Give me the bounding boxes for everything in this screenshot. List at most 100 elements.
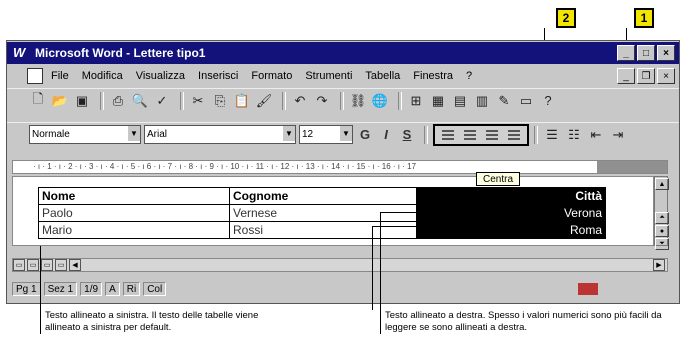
menu-modifica[interactable]: Modifica xyxy=(82,70,123,82)
status-col: Col xyxy=(143,282,167,296)
table-header-cell[interactable]: Città xyxy=(416,187,606,205)
table-cell[interactable]: Roma xyxy=(416,221,606,239)
minimize-button[interactable]: _ xyxy=(617,45,635,61)
menu-file[interactable]: File xyxy=(51,70,69,82)
outline-view-icon[interactable]: ▭ xyxy=(55,259,67,271)
chevron-down-icon[interactable]: ▼ xyxy=(128,126,140,141)
callout-2: 2 xyxy=(556,8,576,28)
window-title: Microsoft Word - Lettere tipo1 xyxy=(35,46,206,60)
style-value: Normale xyxy=(32,129,70,140)
menu-formato[interactable]: Formato xyxy=(251,70,292,82)
insert-excel-icon[interactable]: ▤ xyxy=(451,92,469,110)
size-value: 12 xyxy=(302,129,314,140)
scroll-up-icon[interactable]: ▲ xyxy=(655,178,669,190)
style-select[interactable]: Normale ▼ xyxy=(29,125,141,144)
align-left-icon[interactable] xyxy=(439,127,457,143)
status-at: A xyxy=(105,282,120,296)
doc-close-button[interactable]: × xyxy=(657,68,675,84)
horizontal-scrollbar[interactable]: ▭ ▭ ▭ ▭ ◀ ▶ xyxy=(12,258,668,272)
office-assistant-icon[interactable]: ? xyxy=(539,92,557,110)
select-browse-object-icon[interactable]: ● xyxy=(655,225,669,237)
maximize-button[interactable]: □ xyxy=(637,45,655,61)
doc-restore-button[interactable]: ❐ xyxy=(637,68,655,84)
document-map-icon[interactable]: ▭ xyxy=(517,92,535,110)
hyperlink-icon[interactable]: ⛓ xyxy=(349,92,367,110)
font-select[interactable]: Arial ▼ xyxy=(144,125,296,144)
table-cell[interactable]: Paolo xyxy=(38,204,230,222)
new-document-icon[interactable]: 🗋 xyxy=(29,91,47,110)
title-bar[interactable]: W Microsoft Word - Lettere tipo1 _ □ × xyxy=(7,42,679,64)
spelling-icon[interactable]: ✓ xyxy=(153,92,171,110)
drawing-icon[interactable]: ✎ xyxy=(495,92,513,110)
menu-strumenti[interactable]: Strumenti xyxy=(305,70,352,82)
caption-left-leader xyxy=(40,246,41,310)
columns-icon[interactable]: ▥ xyxy=(473,92,491,110)
decrease-indent-icon[interactable]: ⇤ xyxy=(587,126,605,144)
table-cell[interactable]: Vernese xyxy=(229,204,417,222)
ruler-margin xyxy=(597,161,667,173)
open-icon[interactable]: 📂 xyxy=(51,92,69,110)
format-painter-icon[interactable]: 🖌 xyxy=(255,92,273,110)
menu-tabella[interactable]: Tabella xyxy=(365,70,400,82)
standard-toolbar: 🗋 📂 ▣ ⎙ 🔍 ✓ ✂ ⎘ 📋 🖌 ↶ ↷ ⛓ 🌐 ⊞ ▦ ▤ ▥ ✎ ▭ … xyxy=(7,88,679,112)
print-icon[interactable]: ⎙ xyxy=(109,92,127,110)
save-icon[interactable]: ▣ xyxy=(73,92,91,110)
web-toolbar-icon[interactable]: 🌐 xyxy=(371,92,389,110)
numbering-icon[interactable]: ☰ xyxy=(543,126,561,144)
chevron-down-icon[interactable]: ▼ xyxy=(340,126,352,141)
underline-button[interactable]: S xyxy=(398,126,416,144)
status-line: Ri xyxy=(122,282,141,296)
justify-icon[interactable] xyxy=(505,127,523,143)
table-header-cell[interactable]: Cognome xyxy=(229,187,417,205)
separator xyxy=(424,125,428,144)
align-center-icon[interactable] xyxy=(461,127,479,143)
size-select[interactable]: 12 ▼ xyxy=(299,125,353,144)
menu-visualizza[interactable]: Visualizza xyxy=(136,70,185,82)
doc-minimize-button[interactable]: _ xyxy=(617,68,635,84)
table-header-row: Nome Cognome Città xyxy=(38,187,606,205)
web-layout-icon[interactable]: ▭ xyxy=(27,259,39,271)
document-icon[interactable] xyxy=(27,68,43,84)
formatting-toolbar: Normale ▼ Arial ▼ 12 ▼ G I S ☰ ☷ ⇤ ⇥ xyxy=(7,122,679,146)
cut-icon[interactable]: ✂ xyxy=(189,92,207,110)
insert-table-icon[interactable]: ▦ xyxy=(429,92,447,110)
normal-view-icon[interactable]: ▭ xyxy=(13,259,25,271)
horizontal-ruler[interactable]: · ı · 1 · ı · 2 · ı · 3 · ı · 4 · ı · 5 … xyxy=(12,160,668,174)
vertical-scrollbar[interactable]: ▲ ⏶ ● ⏷ xyxy=(654,176,669,250)
previous-page-icon[interactable]: ⏶ xyxy=(655,212,669,224)
print-layout-icon[interactable]: ▭ xyxy=(41,259,53,271)
menu-finestra[interactable]: Finestra xyxy=(413,70,453,82)
table-cell[interactable]: Rossi xyxy=(229,221,417,239)
next-page-icon[interactable]: ⏷ xyxy=(655,238,669,250)
redo-icon[interactable]: ↷ xyxy=(313,92,331,110)
word-app-icon[interactable]: W xyxy=(13,45,31,61)
status-section: Sez 1 xyxy=(43,282,78,296)
italic-button[interactable]: I xyxy=(377,126,395,144)
status-bar: Pg 1 Sez 1 1/9 A Ri Col xyxy=(12,280,668,298)
table-cell[interactable]: Verona xyxy=(416,204,606,222)
align-right-icon[interactable] xyxy=(483,127,501,143)
table-cell[interactable]: Mario xyxy=(38,221,230,239)
status-page: Pg 1 xyxy=(12,282,41,296)
increase-indent-icon[interactable]: ⇥ xyxy=(609,126,627,144)
bullets-icon[interactable]: ☷ xyxy=(565,126,583,144)
paste-icon[interactable]: 📋 xyxy=(233,92,251,110)
bold-button[interactable]: G xyxy=(356,126,374,144)
print-preview-icon[interactable]: 🔍 xyxy=(131,92,149,110)
close-button[interactable]: × xyxy=(657,45,675,61)
spelling-status-icon[interactable] xyxy=(578,283,598,295)
undo-icon[interactable]: ↶ xyxy=(291,92,309,110)
caption-left: Testo allineato a sinistra. Il testo del… xyxy=(40,310,290,334)
separator xyxy=(180,91,184,110)
tables-borders-icon[interactable]: ⊞ xyxy=(407,92,425,110)
chevron-down-icon[interactable]: ▼ xyxy=(283,126,295,141)
caption-right-leader-2 xyxy=(372,226,373,310)
scroll-left-icon[interactable]: ◀ xyxy=(69,259,81,271)
tooltip: Centra xyxy=(476,172,520,186)
copy-icon[interactable]: ⎘ xyxy=(211,92,229,110)
scroll-right-icon[interactable]: ▶ xyxy=(653,259,665,271)
caption-right: Testo allineato a destra. Spesso i valor… xyxy=(380,310,680,334)
menu-inserisci[interactable]: Inserisci xyxy=(198,70,238,82)
menu-help[interactable]: ? xyxy=(466,70,472,82)
table-header-cell[interactable]: Nome xyxy=(38,187,230,205)
